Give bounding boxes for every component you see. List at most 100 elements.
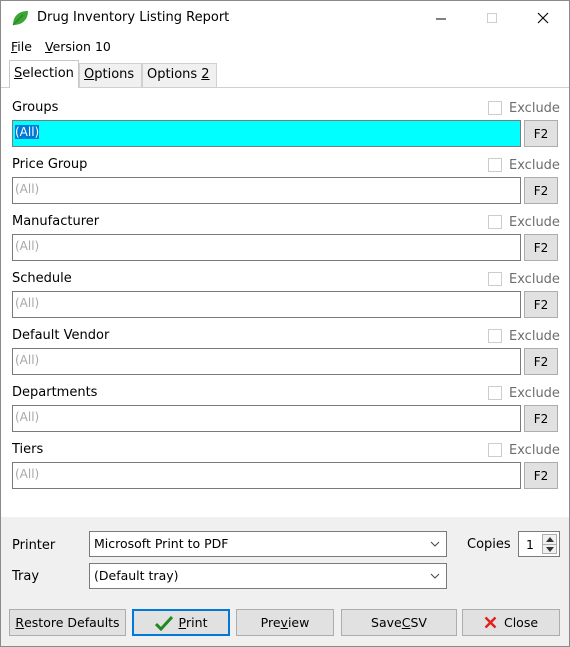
print-mnemonic: P (178, 615, 187, 630)
menu-bar: File Version 10 (1, 35, 569, 59)
close-label: Close (503, 615, 539, 630)
departments-input[interactable]: (All) (12, 405, 521, 432)
menu-file-label: ile (17, 39, 32, 54)
input-value: (All) (15, 296, 40, 310)
input-value: (All) (15, 182, 40, 196)
checkbox-box (488, 386, 502, 400)
savecsv-label-b: SV (410, 615, 427, 630)
price-group-input[interactable]: (All) (12, 177, 521, 204)
tab-selection-label: election (22, 66, 74, 81)
exclude-checkbox[interactable]: Exclude (488, 214, 560, 230)
schedule-input[interactable]: (All) (12, 291, 521, 318)
exclude-label: Exclude (509, 442, 560, 458)
checkbox-box (488, 272, 502, 286)
tab-options-2-label: Options (147, 67, 202, 82)
savecsv-label-a: Save (371, 615, 402, 630)
close-icon (537, 12, 549, 24)
copies-spin-buttons[interactable] (542, 534, 557, 554)
menu-version-label: ersion 10 (52, 39, 111, 54)
default-vendor-input[interactable]: (All) (12, 348, 521, 375)
groups-input[interactable]: (All) (12, 120, 521, 147)
f2-lookup-button[interactable]: F2 (524, 234, 558, 261)
exclude-checkbox[interactable]: Exclude (488, 157, 560, 173)
maximize-icon (487, 13, 497, 23)
tray-select[interactable]: (Default tray) (89, 563, 447, 589)
checkmark-icon (154, 615, 173, 631)
tab-options-label: ptions (94, 67, 135, 82)
field-label: Groups (12, 100, 59, 115)
input-value: (All) (15, 239, 40, 253)
print-button[interactable]: Print (132, 609, 230, 636)
exclude-label: Exclude (509, 157, 560, 173)
f2-lookup-button[interactable]: F2 (524, 291, 558, 318)
input-value: (All) (15, 353, 40, 367)
exclude-checkbox[interactable]: Exclude (488, 442, 560, 458)
preview-button[interactable]: Pre v iew (236, 609, 334, 636)
field-price-group: Price Group Exclude (All) F2 (1, 145, 569, 204)
exclude-label: Exclude (509, 385, 560, 401)
selection-panel: Groups Exclude (All) F2 Price Group Excl… (1, 87, 569, 517)
printer-value: Microsoft Print to PDF (94, 536, 229, 551)
copies-value: 1 (526, 537, 534, 552)
f2-lookup-button[interactable]: F2 (524, 405, 558, 432)
input-value: (All) (15, 410, 40, 424)
field-tiers: Tiers Exclude (All) F2 (1, 430, 569, 489)
report-window: Drug Inventory Listing Report File Versi… (0, 0, 570, 647)
menu-version-mnemonic: V (45, 39, 53, 54)
menu-version[interactable]: Version 10 (45, 39, 111, 54)
input-value: (All) (15, 125, 40, 139)
printer-label: Printer (12, 538, 56, 553)
tab-selection[interactable]: Selection (9, 60, 79, 88)
field-label: Departments (12, 385, 98, 400)
exclude-checkbox[interactable]: Exclude (488, 328, 560, 344)
field-label: Schedule (12, 271, 72, 286)
f2-lookup-button[interactable]: F2 (524, 348, 558, 375)
exclude-checkbox[interactable]: Exclude (488, 100, 560, 116)
copies-stepper[interactable]: 1 (518, 531, 560, 557)
preview-label-a: Pre (260, 615, 281, 630)
restore-mnemonic: R (15, 615, 25, 630)
tab-options-mnemonic: O (84, 67, 95, 82)
field-label: Default Vendor (12, 328, 110, 343)
preview-label-b: iew (287, 615, 310, 630)
restore-defaults-button[interactable]: Restore Defaults (9, 609, 126, 636)
f2-lookup-button[interactable]: F2 (524, 462, 558, 489)
field-groups: Groups Exclude (All) F2 (1, 88, 569, 147)
exclude-checkbox[interactable]: Exclude (488, 271, 560, 287)
maximize-button[interactable] (469, 1, 515, 35)
minimize-icon (436, 18, 446, 20)
field-label: Price Group (12, 157, 88, 172)
title-bar[interactable]: Drug Inventory Listing Report (1, 1, 569, 35)
close-window-button[interactable] (520, 1, 566, 35)
field-manufacturer: Manufacturer Exclude (All) F2 (1, 202, 569, 261)
field-default-vendor: Default Vendor Exclude (All) F2 (1, 316, 569, 375)
tab-options-2[interactable]: Options 2 (142, 63, 217, 87)
checkbox-box (488, 158, 502, 172)
menu-file[interactable]: File (11, 39, 32, 54)
field-departments: Departments Exclude (All) F2 (1, 373, 569, 432)
tab-strip: Selection Options Options 2 (1, 59, 569, 88)
field-label: Tiers (12, 442, 44, 457)
preview-mnemonic: v (280, 615, 288, 630)
savecsv-mnemonic: C (401, 615, 411, 630)
close-button[interactable]: Close (462, 609, 560, 636)
spin-divider (543, 544, 556, 545)
spin-down-icon (546, 547, 554, 552)
checkbox-box (488, 215, 502, 229)
copies-label: Copies (467, 537, 511, 552)
tiers-input[interactable]: (All) (12, 462, 521, 489)
leaf-icon (12, 11, 28, 26)
tab-options[interactable]: Options (79, 63, 142, 87)
chevron-down-icon (430, 541, 440, 547)
exclude-label: Exclude (509, 271, 560, 287)
tray-label: Tray (12, 569, 40, 584)
printer-select[interactable]: Microsoft Print to PDF (89, 531, 447, 557)
minimize-button[interactable] (418, 1, 464, 35)
checkbox-box (488, 101, 502, 115)
checkbox-box (488, 329, 502, 343)
save-csv-button[interactable]: Save C SV (341, 609, 457, 636)
f2-lookup-button[interactable]: F2 (524, 120, 558, 147)
f2-lookup-button[interactable]: F2 (524, 177, 558, 204)
manufacturer-input[interactable]: (All) (12, 234, 521, 261)
exclude-checkbox[interactable]: Exclude (488, 385, 560, 401)
